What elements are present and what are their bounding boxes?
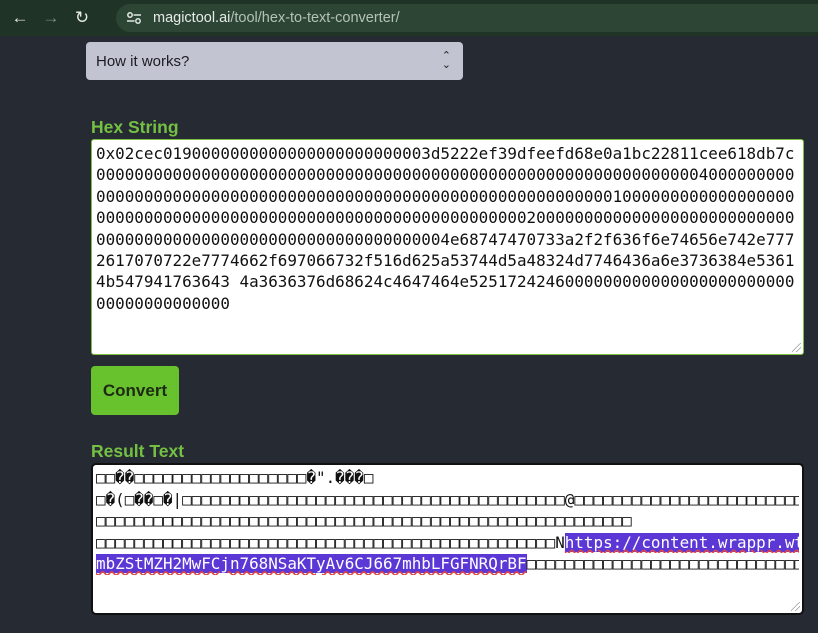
selected-url-text: mbZStMZH2MwFCjn768NSaKTyAv6CJ667mhbLFGFN… <box>96 554 527 574</box>
url-text: magictool.ai/tool/hex-to-text-converter/ <box>153 10 400 26</box>
hex-string-label: Hex String <box>91 117 179 137</box>
resize-handle-icon[interactable] <box>792 343 801 352</box>
convert-button[interactable]: Convert <box>91 366 179 415</box>
site-settings-icon[interactable] <box>125 9 143 27</box>
result-text-label: Result Text <box>91 441 185 461</box>
forward-arrow-icon[interactable]: → <box>40 7 62 29</box>
how-it-works-label: How it works? <box>96 52 190 70</box>
hex-string-value: 0x02cec0190000000000000000000000003d5222… <box>96 144 795 313</box>
address-bar[interactable]: magictool.ai/tool/hex-to-text-converter/ <box>116 4 818 32</box>
result-line: mbZStMZH2MwFCjn768NSaKTyAv6CJ667mhbLFGFN… <box>96 553 799 575</box>
back-arrow-icon[interactable]: ← <box>9 7 31 29</box>
reload-icon[interactable]: ↻ <box>71 7 93 29</box>
result-line-suffix: □□□□□□□□□□□□□□□□□□□□□□□□□□□□□□□□□ <box>526 554 799 574</box>
result-line: □□��□□□□□□□□□□□□□□□□□□�".���□ <box>96 468 374 487</box>
resize-handle-icon[interactable] <box>791 602 800 611</box>
url-domain: magictool.ai <box>153 10 231 26</box>
result-line-prefix: □□□□□□□□□□□□□□□□□□□□□□□□□□□□□□□□□□□□□□□□… <box>96 532 565 552</box>
result-line: □□□□□□□□□□□□□□□□□□□□□□□□□□□□□□□□□□□□□□□□… <box>96 511 632 531</box>
browser-toolbar: ← → ↻ magictool.ai/tool/hex-to-text-conv… <box>0 0 818 36</box>
result-line: □□□□□□□□□□□□□□□□□□□□□□□□□□□□□□□□□□□□□□□□… <box>96 532 799 554</box>
chevron-up-down-icon: ⌃ ⌄ <box>441 50 451 71</box>
url-path: /tool/hex-to-text-converter/ <box>230 10 400 26</box>
hex-string-input[interactable]: 0x02cec0190000000000000000000000003d5222… <box>91 139 804 355</box>
result-text-output[interactable]: □□��□□□□□□□□□□□□□□□□□□�".���□ □�(□��□�|□… <box>91 463 804 615</box>
selected-url-text: https://content.wrappr.wtf/ipfs/Q <box>564 532 799 552</box>
result-line: □�(□��□�|□□□□□□□□□□□□□□□□□□□□□□□□□□□□□□□… <box>96 489 799 509</box>
how-it-works-dropdown[interactable]: How it works? ⌃ ⌄ <box>86 42 463 80</box>
